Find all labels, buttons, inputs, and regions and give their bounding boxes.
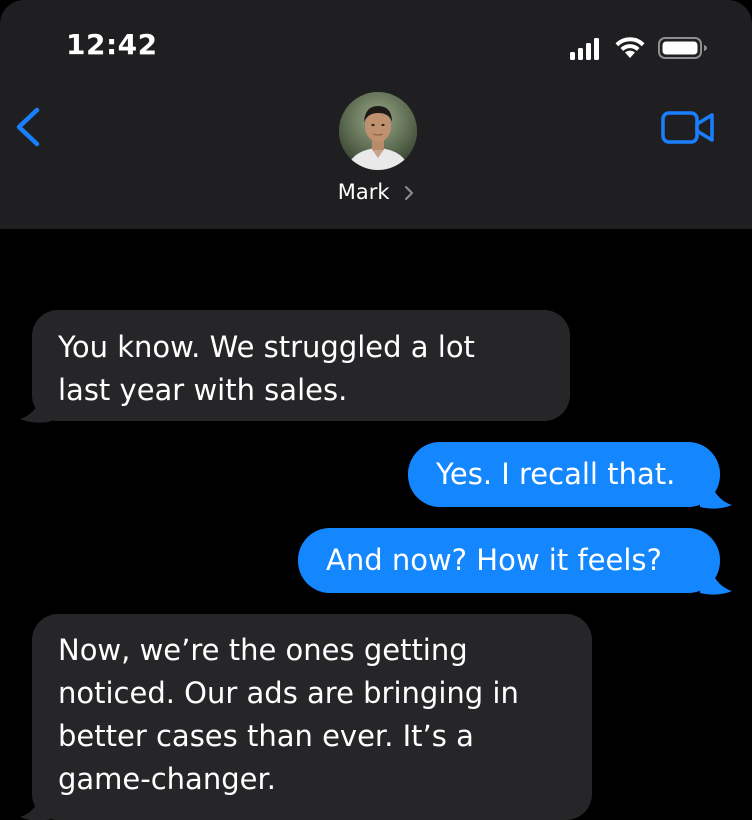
video-call-button[interactable] — [660, 110, 716, 146]
chevron-left-icon — [16, 107, 40, 147]
video-camera-icon — [661, 111, 714, 144]
message-bubble-incoming[interactable]: Now, we’re the ones getting noticed. Our… — [32, 614, 592, 820]
outgoing-bubble-tail — [700, 483, 732, 509]
status-time: 12:42 — [66, 28, 158, 61]
conversation-header: 12:42 Mark — [0, 0, 752, 229]
message-text: You know. We struggled a lot last year w… — [58, 330, 475, 407]
message-text: Now, we’re the ones getting noticed. Our… — [58, 633, 519, 796]
avatar-photo — [339, 92, 417, 170]
message-bubble-incoming[interactable]: You know. We struggled a lot last year w… — [32, 310, 570, 421]
outgoing-bubble-tail — [700, 569, 732, 595]
wifi-icon — [615, 37, 645, 58]
back-button[interactable] — [10, 104, 46, 150]
status-icons — [536, 36, 716, 60]
chevron-right-icon — [405, 186, 414, 200]
message-text: And now? How it feels? — [326, 543, 662, 577]
contact-name[interactable]: Mark — [338, 180, 390, 204]
battery-icon — [658, 37, 707, 59]
contact-avatar[interactable] — [339, 92, 417, 170]
message-text: Yes. I recall that. — [436, 457, 676, 491]
message-bubble-outgoing[interactable]: And now? How it feels? — [298, 528, 720, 593]
phone-screen: 12:42 Mark You know. We struggled a lot … — [0, 0, 752, 820]
incoming-bubble-tail — [20, 795, 52, 820]
message-thread: You know. We struggled a lot last year w… — [0, 229, 752, 820]
cellular-signal-icon — [570, 38, 599, 60]
message-bubble-outgoing[interactable]: Yes. I recall that. — [408, 442, 720, 507]
contact-name-row[interactable]: Mark — [0, 180, 752, 204]
incoming-bubble-tail — [20, 397, 52, 423]
